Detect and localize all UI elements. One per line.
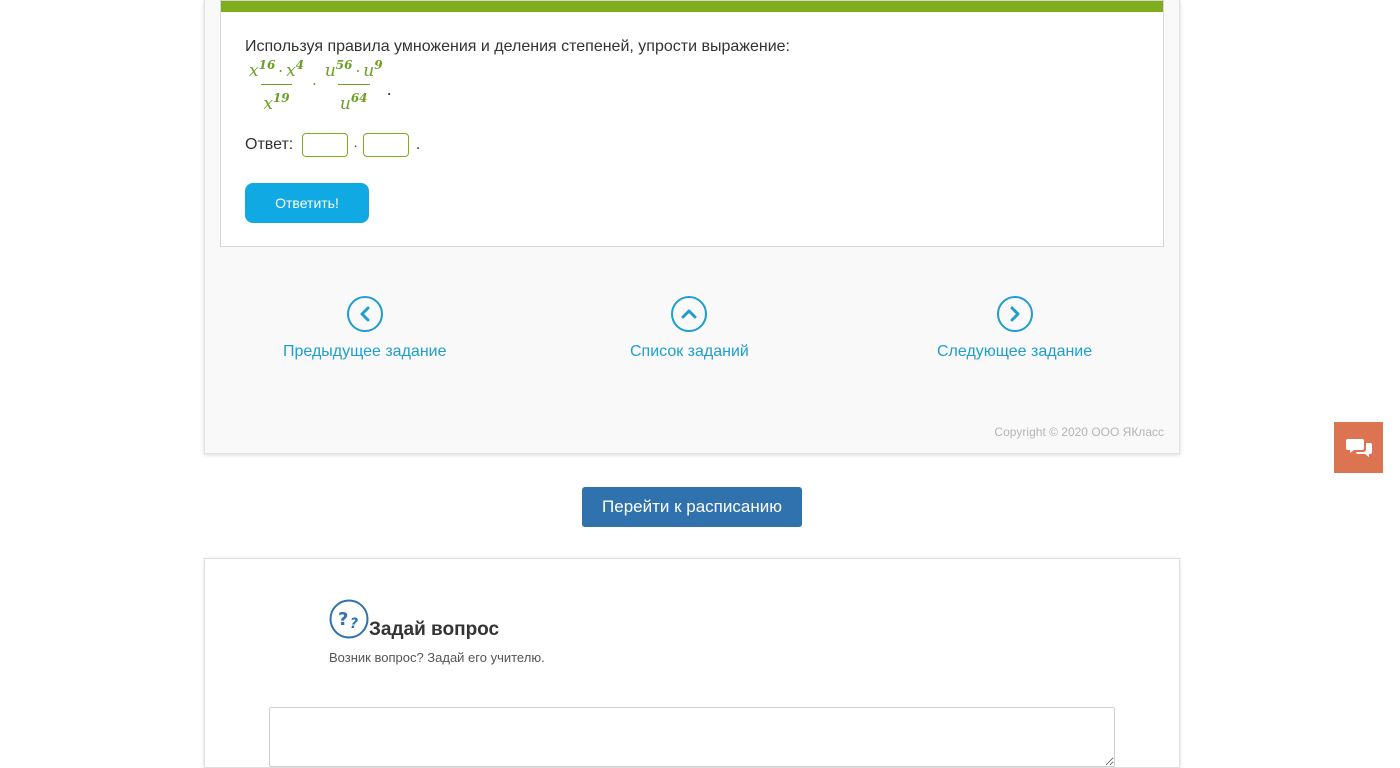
- chevron-up-icon: [671, 296, 708, 332]
- fraction-x-denominator: x19: [261, 83, 292, 115]
- base: u: [324, 60, 336, 81]
- copyright-text: Copyright © 2020 ООО ЯКласс: [994, 425, 1164, 439]
- fraction-u-denominator: u64: [337, 83, 370, 115]
- math-expression: x16 · x4 x19 · u56 · u9 u64 .: [247, 57, 392, 114]
- answer-input-2[interactable]: [362, 133, 409, 157]
- task-header-bar: [221, 1, 1163, 12]
- fraction-x-numerator: x16 · x4: [247, 54, 306, 84]
- svg-text:?: ?: [338, 609, 348, 630]
- svg-text:?: ?: [350, 616, 358, 632]
- multiply-dot: ·: [278, 61, 284, 80]
- answer-period: .: [415, 136, 421, 153]
- submit-answer-button[interactable]: Ответить!: [245, 183, 369, 223]
- task-list-link[interactable]: Список заданий: [630, 296, 749, 361]
- fraction-u: u56 · u9 u64: [323, 54, 385, 115]
- answer-row: Ответ: · .: [245, 133, 420, 157]
- fraction-x: x16 · x4 x19: [247, 54, 306, 115]
- chevron-right-icon: [996, 296, 1033, 332]
- ask-question-title: Задай вопрос: [369, 619, 500, 640]
- exponent: 4: [295, 57, 305, 72]
- exponent: 9: [374, 57, 383, 72]
- answer-label: Ответ:: [245, 136, 294, 153]
- ask-question-card: ? ? Задай вопрос Возник вопрос? Задай ег…: [204, 558, 1180, 768]
- question-marks-icon: ? ?: [329, 599, 369, 639]
- question-textarea[interactable]: [269, 707, 1115, 767]
- base: x: [263, 93, 273, 114]
- exponent: 56: [335, 57, 353, 72]
- base: x: [249, 60, 259, 81]
- answer-input-1[interactable]: [302, 133, 349, 157]
- multiply-dot: ·: [312, 75, 317, 93]
- answer-multiply-dot: ·: [353, 137, 358, 153]
- multiply-dot: ·: [355, 61, 361, 80]
- next-task-label: Следующее задание: [937, 343, 1093, 360]
- base: x: [286, 60, 296, 81]
- fraction-u-numerator: u56 · u9: [323, 54, 385, 84]
- prev-task-link[interactable]: Предыдущее задание: [283, 296, 446, 361]
- expression-period: .: [386, 79, 392, 99]
- exponent: 19: [272, 90, 290, 105]
- chat-widget-button[interactable]: [1334, 422, 1383, 473]
- prev-task-label: Предыдущее задание: [283, 343, 447, 360]
- chevron-left-icon: [346, 296, 383, 332]
- task-card: Используя правила умножения и деления ст…: [220, 0, 1164, 247]
- task-list-label: Список заданий: [630, 343, 749, 360]
- exponent: 16: [258, 57, 276, 72]
- exponent: 64: [350, 90, 368, 105]
- base: u: [339, 93, 351, 114]
- chat-bubbles-icon: [1345, 438, 1372, 457]
- ask-question-subtitle: Возник вопрос? Задай его учителю.: [329, 650, 545, 665]
- base: u: [363, 60, 375, 81]
- next-task-link[interactable]: Следующее задание: [937, 296, 1092, 361]
- go-to-schedule-button[interactable]: Перейти к расписанию: [582, 487, 802, 527]
